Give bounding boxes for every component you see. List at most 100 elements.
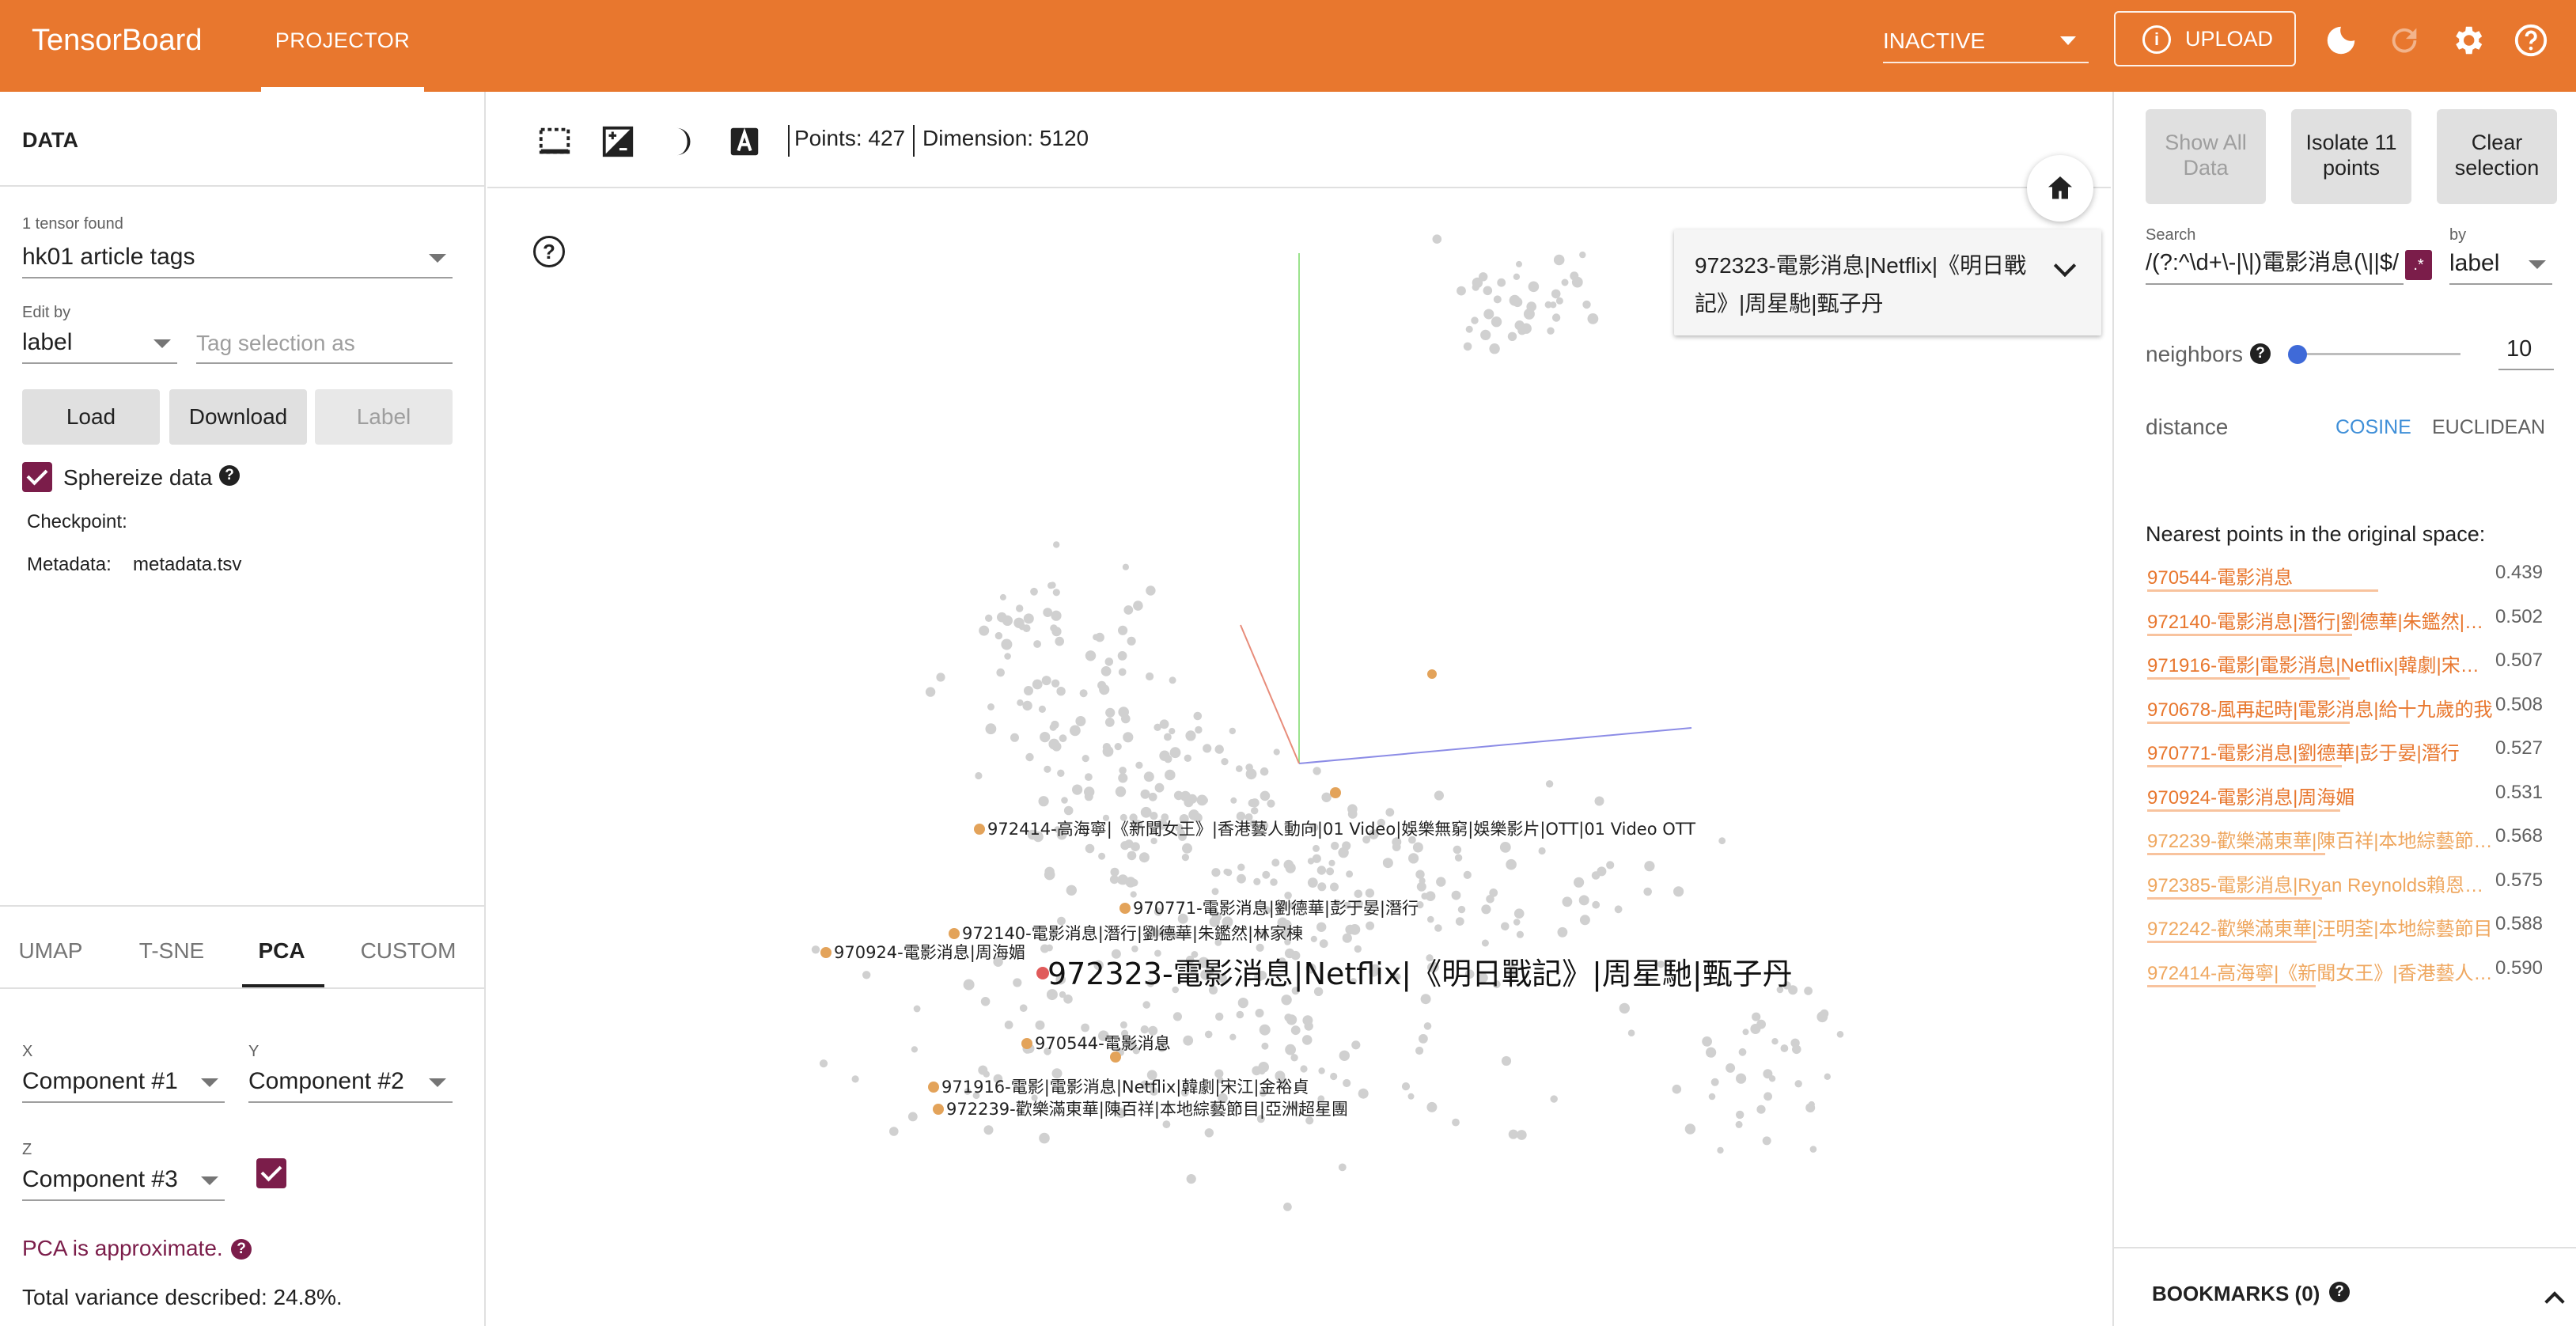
- projector-canvas[interactable]: 972414-高海寧|《新聞女王》|香港藝人動向|01 Video|娛樂無窮|娛…: [487, 190, 2111, 1326]
- help-icon[interactable]: ?: [2329, 1282, 2350, 1302]
- z-component-select[interactable]: Component #3: [22, 1155, 225, 1201]
- data-point: [1211, 888, 1219, 896]
- neighbors-slider-track[interactable]: [2296, 353, 2460, 355]
- labels-toggle-icon[interactable]: [726, 123, 763, 160]
- neighbor-item[interactable]: 972242-歡樂滿東華|汪明荃|本地綜藝節目 0.588: [2147, 905, 2543, 948]
- data-point: [1084, 792, 1093, 801]
- reset-view-button[interactable]: [2027, 155, 2093, 222]
- data-point: [1794, 1080, 1802, 1088]
- help-icon[interactable]: ?: [2250, 343, 2271, 364]
- highlighted-point: [1427, 669, 1437, 679]
- data-point: [1479, 272, 1488, 282]
- inspector-panel: Show All Data Isolate 11 points Clear se…: [2112, 92, 2576, 1326]
- regex-toggle[interactable]: .*: [2405, 250, 2432, 280]
- tab-pca[interactable]: PCA: [242, 938, 321, 964]
- neighbor-item[interactable]: 972239-歡樂滿東華|陳百祥|本地綜藝節目|亞洲超星團0.568: [2147, 817, 2543, 860]
- dark-mode-icon[interactable]: [2323, 22, 2359, 59]
- neighbor-item[interactable]: 970924-電影消息|周海媚 0.531: [2147, 774, 2543, 816]
- point-label: 970544-電影消息: [1035, 1034, 1171, 1053]
- upload-button[interactable]: i UPLOAD: [2114, 11, 2296, 66]
- bookmarks-title[interactable]: BOOKMARKS (0): [2152, 1282, 2320, 1306]
- label-button[interactable]: Label: [315, 389, 453, 445]
- data-point: [1330, 882, 1339, 892]
- download-button[interactable]: Download: [169, 389, 307, 445]
- highlighted-point: [1119, 903, 1131, 914]
- scatter-plot[interactable]: 972414-高海寧|《新聞女王》|香港藝人動向|01 Video|娛樂無窮|娛…: [487, 190, 2111, 1326]
- data-point: [1726, 1063, 1736, 1073]
- edit-by-select[interactable]: label: [22, 320, 177, 364]
- app-brand[interactable]: TensorBoard: [32, 24, 202, 58]
- data-point: [1463, 342, 1472, 351]
- clear-selection-button[interactable]: Clear selection: [2437, 109, 2557, 204]
- axis-z-line: [1240, 624, 1300, 764]
- pca-note: PCA is approximate.: [22, 1236, 223, 1260]
- tab-umap[interactable]: UMAP: [0, 938, 101, 964]
- tensor-select[interactable]: hk01 article tags: [22, 231, 453, 278]
- neighbor-item[interactable]: 970544-電影消息 0.439: [2147, 554, 2543, 597]
- data-point: [1049, 582, 1056, 589]
- data-point: [1516, 1130, 1527, 1140]
- search-by-value: label: [2449, 250, 2500, 276]
- data-point: [1095, 632, 1104, 642]
- sphereize-checkbox[interactable]: [22, 462, 52, 492]
- chevron-up-icon[interactable]: [2544, 1291, 2565, 1312]
- search-by-select[interactable]: label: [2449, 241, 2552, 285]
- load-button[interactable]: Load: [22, 389, 160, 445]
- data-point: [1316, 922, 1327, 932]
- refresh-icon[interactable]: [2386, 22, 2423, 59]
- night-mode-icon[interactable]: [600, 123, 636, 160]
- neighbor-item[interactable]: 971916-電影|電影消息|Netflix|韓劇|宋江|金裕貞0.507: [2147, 642, 2543, 684]
- help-icon[interactable]: ?: [231, 1239, 252, 1260]
- neighbors-slider-thumb[interactable]: [2288, 345, 2307, 364]
- chevron-down-icon: [2529, 260, 2546, 269]
- run-select[interactable]: INACTIVE: [1883, 24, 2089, 63]
- data-point: [1184, 797, 1194, 808]
- y-component-select[interactable]: Component #2: [248, 1057, 453, 1103]
- data-point: [1582, 300, 1591, 309]
- show-all-data-button[interactable]: Show All Data: [2146, 109, 2266, 204]
- distance-euclidean-button[interactable]: EUCLIDEAN: [2432, 416, 2545, 439]
- neighbor-item[interactable]: 970678-風再起時|電影消息|給十九歲的我 0.508: [2147, 686, 2543, 729]
- help-icon[interactable]: ?: [533, 236, 565, 267]
- gear-icon[interactable]: [2449, 22, 2486, 59]
- neighbor-item[interactable]: 970771-電影消息|劉德華|彭于晏|潛行 0.527: [2147, 729, 2543, 772]
- help-icon[interactable]: [2513, 22, 2549, 59]
- neighbor-distance: 0.508: [2495, 693, 2543, 715]
- data-point: [1273, 748, 1280, 756]
- neighbor-item[interactable]: 972414-高海寧|《新聞女王》|香港藝人動向 0.590: [2147, 949, 2543, 992]
- neighbor-item[interactable]: 972385-電影消息|Ryan Reynolds賴恩雷諾斯 0.575: [2147, 862, 2543, 904]
- isolate-points-button[interactable]: Isolate 11 points: [2291, 109, 2411, 204]
- x-component-select[interactable]: Component #1: [22, 1057, 225, 1103]
- data-point: [1300, 1065, 1308, 1073]
- bounding-box-select-icon[interactable]: [536, 123, 573, 160]
- data-point: [1261, 1042, 1269, 1050]
- data-point: [1351, 1040, 1361, 1050]
- data-point: [1075, 716, 1086, 726]
- chevron-down-icon[interactable]: [2053, 254, 2077, 278]
- data-point: [1148, 792, 1157, 801]
- data-point: [1271, 858, 1280, 867]
- neighbor-item[interactable]: 972140-電影消息|潛行|劉德華|朱鑑然|林家棟 0.502: [2147, 598, 2543, 641]
- data-point: [1204, 1030, 1213, 1039]
- search-input[interactable]: /(?:^\d+\-|\|)電影消息(\||$/: [2146, 241, 2404, 285]
- data-point: [1808, 1101, 1815, 1108]
- data-point: [1183, 1035, 1194, 1046]
- data-point: [1312, 854, 1321, 863]
- data-point: [1742, 1029, 1749, 1036]
- distance-cosine-button[interactable]: COSINE: [2335, 416, 2411, 439]
- help-icon[interactable]: ?: [219, 465, 240, 486]
- tab-tsne[interactable]: T-SNE: [119, 938, 225, 964]
- tab-projector[interactable]: PROJECTOR: [261, 0, 424, 92]
- chevron-down-icon: [429, 254, 446, 263]
- contrast-icon[interactable]: [663, 123, 699, 160]
- tab-custom[interactable]: CUSTOM: [337, 938, 479, 964]
- data-point: [1104, 657, 1114, 666]
- data-point: [1455, 917, 1464, 926]
- selected-point-card[interactable]: 972323-電影消息|Netflix|《明日戰記》|周星馳|甄子丹: [1674, 229, 2101, 335]
- neighbor-distance: 0.439: [2495, 562, 2543, 583]
- neighbors-input[interactable]: 10: [2498, 328, 2554, 370]
- data-point: [1338, 1163, 1347, 1172]
- z-component-checkbox[interactable]: [256, 1158, 286, 1188]
- data-point: [979, 625, 990, 636]
- tag-selection-input[interactable]: Tag selection as: [196, 320, 453, 364]
